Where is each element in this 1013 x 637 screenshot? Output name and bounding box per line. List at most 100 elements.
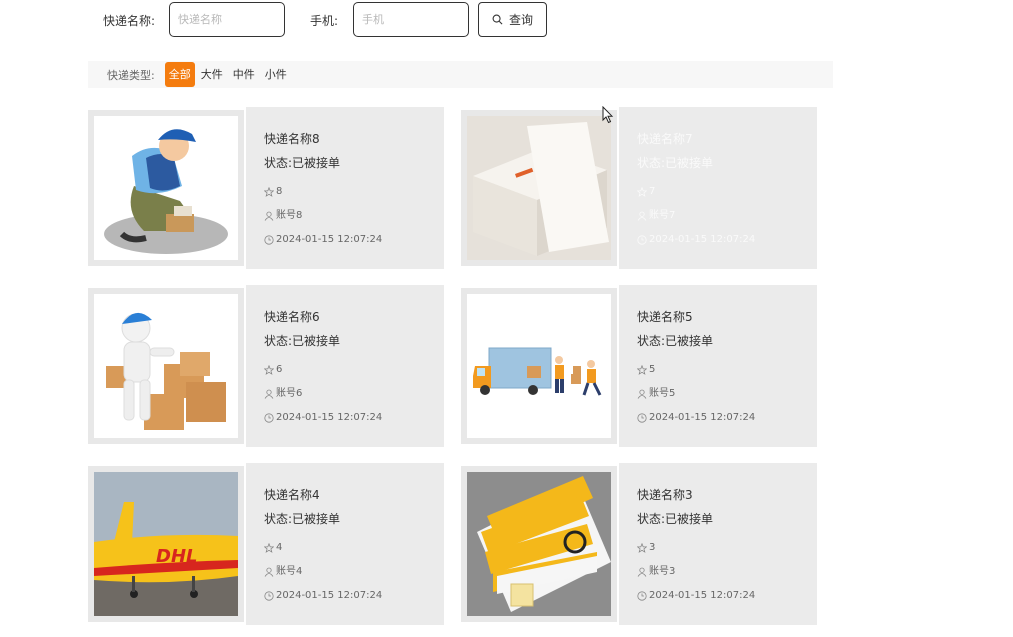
card-stars: 5	[649, 364, 656, 375]
query-button[interactable]: 查询	[478, 2, 547, 37]
card-info: 快递名称3 状态:已被接单 3 账号3 2024-01-15 12:07:24	[619, 463, 817, 625]
card-image-frame	[461, 110, 617, 266]
card-title[interactable]: 快递名称6	[264, 310, 444, 334]
card-title[interactable]: 快递名称3	[637, 488, 817, 512]
card-status: 状态:已被接单	[264, 334, 341, 348]
card-account: 账号7	[649, 210, 676, 221]
name-label: 快递名称:	[103, 14, 156, 28]
clock-icon	[264, 413, 274, 423]
filter-option-all[interactable]: 全部	[164, 62, 195, 87]
card-image-frame	[461, 288, 617, 444]
dhl-plane-image: DHL	[94, 472, 238, 616]
card-stars-row: 4	[264, 536, 444, 560]
card-time: 2024-01-15 12:07:24	[276, 234, 383, 245]
card-info: 快递名称6 状态:已被接单 6 账号6 2024-01-15 12:07:24	[246, 285, 444, 447]
card-image[interactable]	[94, 294, 238, 438]
filter-option-medium[interactable]: 中件	[229, 62, 259, 87]
star-icon	[637, 365, 647, 375]
card-stars: 3	[649, 542, 656, 553]
card-title[interactable]: 快递名称7	[637, 132, 817, 156]
express-card[interactable]: 快递名称7 状态:已被接单 7 账号7 2024-01-15 12:07:24	[461, 107, 818, 269]
card-time: 2024-01-15 12:07:24	[649, 412, 756, 423]
clock-icon	[637, 413, 647, 423]
card-info: 快递名称8 状态:已被接单 8 账号8 2024-01-15 12:07:24	[246, 107, 444, 269]
card-stars: 8	[276, 186, 283, 197]
card-account: 账号4	[276, 566, 303, 577]
card-account: 账号5	[649, 388, 676, 399]
card-account-row: 账号3	[637, 560, 817, 584]
user-icon	[264, 389, 274, 399]
card-time: 2024-01-15 12:07:24	[649, 234, 756, 245]
card-time: 2024-01-15 12:07:24	[276, 412, 383, 423]
card-time: 2024-01-15 12:07:24	[649, 590, 756, 601]
query-button-label: 查询	[508, 13, 533, 27]
card-stars-row: 3	[637, 536, 817, 560]
star-icon	[264, 365, 274, 375]
card-stars-row: 5	[637, 358, 817, 382]
card-account-row: 账号4	[264, 560, 444, 584]
filter-option-large[interactable]: 大件	[197, 62, 227, 87]
card-time-row: 2024-01-15 12:07:24	[264, 584, 444, 608]
mouse-cursor-icon	[602, 106, 614, 124]
search-bar: 快递名称: 快递名称 手机: 手机 查询	[0, 2, 1013, 38]
star-icon	[637, 187, 647, 197]
express-card[interactable]: 快递名称8 状态:已被接单 8 账号8 2024-01-15 12:07:24	[88, 107, 445, 269]
card-image-frame: DHL	[88, 466, 244, 622]
card-stars-row: 6	[264, 358, 444, 382]
user-icon	[264, 211, 274, 221]
card-status: 状态:已被接单	[637, 156, 714, 170]
card-status: 状态:已被接单	[637, 334, 714, 348]
card-info: 快递名称7 状态:已被接单 7 账号7 2024-01-15 12:07:24	[619, 107, 817, 269]
star-icon	[264, 187, 274, 197]
star-icon	[637, 543, 647, 553]
card-title[interactable]: 快递名称5	[637, 310, 817, 334]
paper-stack-image	[467, 116, 611, 260]
card-stars: 4	[276, 542, 283, 553]
card-status: 状态:已被接单	[264, 512, 341, 526]
type-filter-label: 快递类型:	[107, 68, 155, 82]
card-image[interactable]: DHL	[94, 472, 238, 616]
card-stars: 7	[649, 186, 656, 197]
card-account: 账号6	[276, 388, 303, 399]
card-account-row: 账号6	[264, 382, 444, 406]
type-filter: 快递类型: 全部 大件 中件 小件	[88, 61, 833, 88]
card-stars: 6	[276, 364, 283, 375]
card-image[interactable]	[467, 294, 611, 438]
filter-option-small[interactable]: 小件	[261, 62, 291, 87]
clock-icon	[264, 591, 274, 601]
card-time-row: 2024-01-15 12:07:24	[264, 228, 444, 252]
star-icon	[264, 543, 274, 553]
card-stars-row: 8	[264, 180, 444, 204]
card-title[interactable]: 快递名称4	[264, 488, 444, 512]
clock-icon	[637, 235, 647, 245]
card-status: 状态:已被接单	[264, 156, 341, 170]
user-icon	[637, 389, 647, 399]
card-account-row: 账号8	[264, 204, 444, 228]
card-account-row: 账号5	[637, 382, 817, 406]
name-input[interactable]: 快递名称	[169, 2, 285, 37]
card-image-frame	[461, 466, 617, 622]
card-time: 2024-01-15 12:07:24	[276, 590, 383, 601]
card-status: 状态:已被接单	[637, 512, 714, 526]
card-image[interactable]	[94, 116, 238, 260]
card-info: 快递名称5 状态:已被接单 5 账号5 2024-01-15 12:07:24	[619, 285, 817, 447]
card-account-row: 账号7	[637, 204, 817, 228]
card-image-frame	[88, 110, 244, 266]
card-image[interactable]	[467, 116, 611, 260]
clock-icon	[637, 591, 647, 601]
clock-icon	[264, 235, 274, 245]
card-title[interactable]: 快递名称8	[264, 132, 444, 156]
phone-input[interactable]: 手机	[353, 2, 469, 37]
card-image[interactable]	[467, 472, 611, 616]
card-info: 快递名称4 状态:已被接单 4 账号4 2024-01-15 12:07:24	[246, 463, 444, 625]
express-card[interactable]: 快递名称5 状态:已被接单 5 账号5 2024-01-15 12:07:24	[461, 285, 818, 447]
search-icon	[492, 14, 503, 25]
card-image-frame	[88, 288, 244, 444]
express-card[interactable]: 快递名称6 状态:已被接单 6 账号6 2024-01-15 12:07:24	[88, 285, 445, 447]
figure-boxes-image	[106, 312, 226, 430]
yunda-envelopes-image	[467, 472, 611, 616]
courier-kneeling-image	[104, 129, 228, 254]
express-card[interactable]: 快递名称3 状态:已被接单 3 账号3 2024-01-15 12:07:24	[461, 463, 818, 625]
express-card[interactable]: DHL 快递名称4 状态:已被接单 4 账号4 2024-01-15 12:07…	[88, 463, 445, 625]
card-stars-row: 7	[637, 180, 817, 204]
